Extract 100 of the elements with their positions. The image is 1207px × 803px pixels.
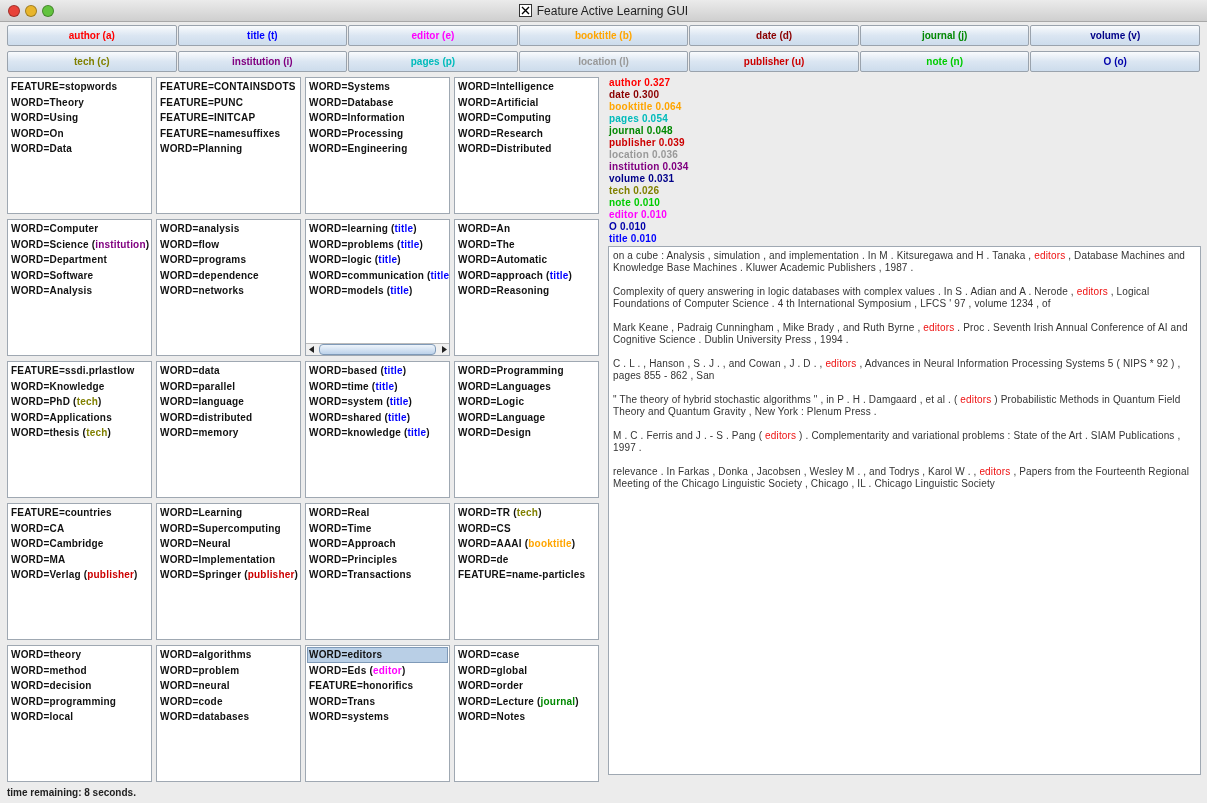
feature-item[interactable]: WORD=Implementation (158, 551, 299, 568)
feature-item[interactable]: WORD=Knowledge (9, 378, 150, 395)
feature-item[interactable]: WORD=Learning (158, 505, 299, 521)
feature-item[interactable]: FEATURE=stopwords (9, 79, 150, 95)
feature-item[interactable]: WORD=PhD (tech) (9, 394, 150, 410)
right-arrow-icon[interactable] (439, 346, 449, 353)
feature-item[interactable]: WORD=language (158, 394, 299, 410)
feature-item[interactable]: WORD=editors (307, 647, 448, 663)
feature-item[interactable]: WORD=Verlag (publisher) (9, 567, 150, 583)
feature-item[interactable]: WORD=The (456, 236, 597, 253)
feature-item[interactable]: WORD=Data (9, 141, 150, 157)
feature-item[interactable]: WORD=Transactions (307, 567, 448, 583)
feature-item[interactable]: FEATURE=INITCAP (158, 110, 299, 126)
feature-item[interactable]: WORD=case (456, 647, 597, 663)
label-button[interactable]: O (o) (1030, 51, 1201, 72)
feature-item[interactable]: WORD=local (9, 709, 150, 725)
feature-item[interactable]: WORD=global (456, 662, 597, 679)
feature-item[interactable]: WORD=Information (307, 110, 448, 126)
feature-item[interactable]: WORD=Eds (editor) (307, 662, 448, 679)
feature-item[interactable]: FEATURE=CONTAINSDOTS (158, 79, 299, 95)
feature-item[interactable]: WORD=system (title) (307, 394, 448, 410)
feature-item[interactable]: WORD=Time (307, 520, 448, 537)
feature-item[interactable]: WORD=logic (title) (307, 252, 448, 268)
feature-item[interactable]: WORD=On (9, 125, 150, 142)
feature-item[interactable]: WORD=Planning (158, 141, 299, 157)
feature-item[interactable]: WORD=databases (158, 709, 299, 725)
feature-item[interactable]: WORD=programs (158, 252, 299, 268)
feature-item[interactable]: WORD=learning (title) (307, 221, 448, 237)
feature-item[interactable]: WORD=problem (158, 662, 299, 679)
feature-item[interactable]: WORD=Lecture (journal) (456, 693, 597, 710)
feature-item[interactable]: WORD=systems (307, 709, 448, 725)
feature-item[interactable]: WORD=Supercomputing (158, 520, 299, 537)
feature-item[interactable]: WORD=Artificial (456, 94, 597, 111)
feature-item[interactable]: WORD=networks (158, 283, 299, 299)
feature-item[interactable]: WORD=Programming (456, 363, 597, 379)
feature-item[interactable]: WORD=AAAI (booktitle) (456, 536, 597, 552)
feature-item[interactable]: WORD=Automatic (456, 252, 597, 268)
feature-item[interactable]: WORD=based (title) (307, 363, 448, 379)
zoom-icon[interactable] (42, 4, 54, 17)
feature-item[interactable]: WORD=communication (title (307, 267, 448, 284)
feature-item[interactable]: WORD=Computing (456, 110, 597, 126)
feature-item[interactable]: WORD=Notes (456, 709, 597, 725)
feature-item[interactable]: WORD=Reasoning (456, 283, 597, 299)
feature-item[interactable]: WORD=method (9, 662, 150, 679)
feature-item[interactable]: WORD=problems (title) (307, 236, 448, 253)
feature-item[interactable]: WORD=knowledge (title) (307, 425, 448, 441)
feature-item[interactable]: WORD=analysis (158, 221, 299, 237)
feature-item[interactable]: WORD=Using (9, 110, 150, 126)
feature-item[interactable]: WORD=shared (title) (307, 409, 448, 426)
feature-item[interactable]: WORD=Languages (456, 378, 597, 395)
feature-item[interactable]: WORD=MA (9, 551, 150, 568)
label-button[interactable]: institution (i) (177, 51, 348, 72)
feature-item[interactable]: WORD=Engineering (307, 141, 448, 157)
feature-item[interactable]: WORD=CS (456, 520, 597, 537)
feature-item[interactable]: WORD=decision (9, 678, 150, 694)
left-arrow-icon[interactable] (306, 346, 316, 353)
feature-item[interactable]: WORD=parallel (158, 378, 299, 395)
feature-item[interactable]: WORD=Systems (307, 79, 448, 95)
feature-item[interactable]: WORD=Computer (9, 221, 150, 237)
feature-item[interactable]: FEATURE=countries (9, 505, 150, 521)
examples-text-area[interactable] (608, 246, 1201, 775)
feature-item[interactable]: WORD=dependence (158, 267, 299, 284)
feature-item[interactable]: WORD=TR (tech) (456, 505, 597, 521)
label-button[interactable]: title (t) (177, 25, 348, 46)
feature-item[interactable]: FEATURE=name-particles (456, 567, 597, 583)
label-button[interactable]: publisher (u) (689, 51, 859, 72)
feature-item[interactable]: WORD=CA (9, 520, 150, 537)
feature-item[interactable]: WORD=An (456, 221, 597, 237)
scroll-thumb[interactable] (319, 344, 436, 355)
feature-item[interactable]: WORD=Design (456, 425, 597, 441)
feature-item[interactable]: WORD=Neural (158, 536, 299, 552)
feature-item[interactable]: WORD=Research (456, 125, 597, 142)
feature-item[interactable]: WORD=distributed (158, 409, 299, 426)
feature-item[interactable]: WORD=Real (307, 505, 448, 521)
feature-item[interactable]: WORD=Theory (9, 94, 150, 111)
feature-item[interactable]: WORD=Trans (307, 693, 448, 710)
label-button[interactable]: volume (v) (1030, 25, 1201, 46)
feature-item[interactable]: WORD=Cambridge (9, 536, 150, 552)
feature-item[interactable]: WORD=Springer (publisher) (158, 567, 299, 583)
feature-item[interactable]: WORD=Analysis (9, 283, 150, 299)
feature-item[interactable]: WORD=Approach (307, 536, 448, 552)
feature-item[interactable]: WORD=flow (158, 236, 299, 253)
feature-item[interactable]: WORD=de (456, 551, 597, 568)
feature-item[interactable]: WORD=Intelligence (456, 79, 597, 95)
feature-item[interactable]: WORD=Applications (9, 409, 150, 426)
feature-item[interactable]: WORD=Software (9, 267, 150, 284)
minimize-icon[interactable] (25, 4, 37, 17)
feature-item[interactable]: WORD=code (158, 693, 299, 710)
feature-item[interactable]: WORD=neural (158, 678, 299, 694)
feature-item[interactable]: WORD=Department (9, 252, 150, 268)
feature-item[interactable]: FEATURE=honorifics (307, 678, 448, 694)
horizontal-scrollbar[interactable] (306, 343, 449, 355)
feature-item[interactable]: WORD=order (456, 678, 597, 694)
feature-item[interactable]: WORD=approach (title) (456, 267, 597, 284)
feature-item[interactable]: FEATURE=PUNC (158, 94, 299, 111)
label-button[interactable]: journal (j) (859, 25, 1030, 46)
feature-item[interactable]: WORD=Processing (307, 125, 448, 142)
feature-item[interactable]: WORD=Language (456, 409, 597, 426)
feature-item[interactable]: WORD=algorithms (158, 647, 299, 663)
feature-item[interactable]: WORD=thesis (tech) (9, 425, 150, 441)
